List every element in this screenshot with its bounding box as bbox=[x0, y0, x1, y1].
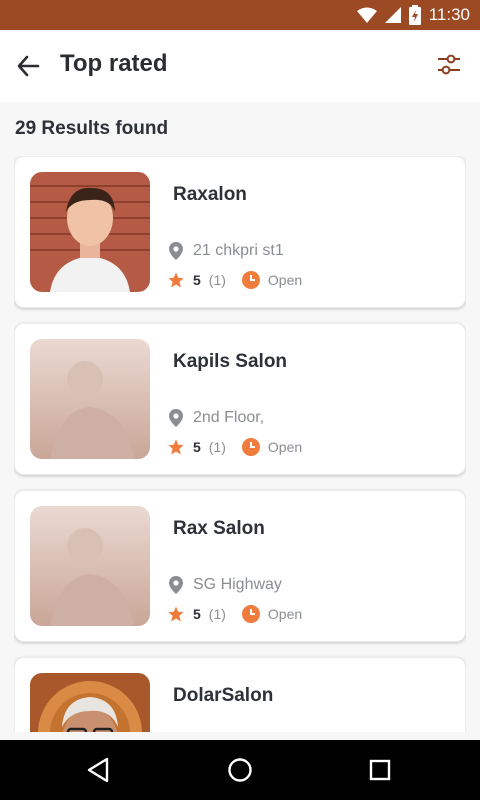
status-bar: 11:30 bbox=[0, 0, 480, 30]
review-count: (1) bbox=[208, 272, 226, 288]
clock-icon bbox=[241, 438, 260, 456]
page-title: Top rated bbox=[60, 50, 168, 77]
location-pin-icon bbox=[169, 242, 183, 260]
clock-icon bbox=[241, 271, 260, 289]
salon-photo bbox=[30, 673, 150, 732]
rating-value: 5 bbox=[193, 439, 201, 455]
salon-card[interactable]: Raxalon 21 chkpri st1 5 (1) Open bbox=[14, 156, 466, 308]
nav-recents-button[interactable] bbox=[364, 754, 396, 786]
review-count: (1) bbox=[208, 439, 226, 455]
app-bar: Top rated bbox=[0, 30, 480, 102]
open-status: Open bbox=[267, 439, 303, 455]
salon-card[interactable]: DolarSalon bbox=[14, 657, 466, 732]
star-icon bbox=[168, 439, 184, 455]
nav-back-button[interactable] bbox=[83, 754, 115, 786]
filter-button[interactable] bbox=[434, 50, 464, 80]
back-button[interactable] bbox=[14, 52, 46, 80]
open-status: Open bbox=[267, 272, 303, 288]
nav-home-button[interactable] bbox=[224, 754, 256, 786]
rating-row: 5 (1) Open bbox=[167, 436, 302, 458]
rating-row: 5 (1) Open bbox=[167, 269, 302, 291]
address-row: SG Highway bbox=[169, 574, 282, 596]
salon-photo bbox=[30, 172, 150, 292]
salon-card[interactable]: Rax Salon SG Highway 5 (1) Open bbox=[14, 490, 466, 642]
salon-address: 2nd Floor, bbox=[193, 409, 265, 426]
salon-name: Rax Salon bbox=[173, 518, 265, 539]
address-row: 21 chkpri st1 bbox=[169, 240, 284, 262]
battery-icon bbox=[408, 5, 421, 25]
star-icon bbox=[168, 272, 184, 288]
salon-card[interactable]: Kapils Salon 2nd Floor, 5 (1) Open bbox=[14, 323, 466, 475]
open-status: Open bbox=[267, 606, 303, 622]
review-count: (1) bbox=[208, 606, 226, 622]
rating-row: 5 (1) Open bbox=[167, 603, 302, 625]
salon-address: 21 chkpri st1 bbox=[193, 242, 284, 259]
results-count: 29 Results found bbox=[15, 118, 169, 139]
salon-address: SG Highway bbox=[193, 576, 282, 593]
rating-value: 5 bbox=[193, 606, 201, 622]
arrow-left-icon bbox=[17, 55, 40, 77]
salon-name: DolarSalon bbox=[173, 685, 274, 706]
location-pin-icon bbox=[169, 576, 183, 594]
triangle-back-icon bbox=[87, 757, 109, 783]
salon-name: Raxalon bbox=[173, 184, 247, 205]
salon-photo bbox=[30, 339, 150, 459]
circle-home-icon bbox=[228, 758, 252, 782]
navigation-bar bbox=[0, 740, 480, 800]
clock-icon bbox=[241, 605, 260, 623]
sliders-icon bbox=[438, 54, 460, 75]
clock-time: 11:30 bbox=[428, 5, 470, 24]
square-recents-icon bbox=[369, 759, 391, 781]
salon-list[interactable]: Raxalon 21 chkpri st1 5 (1) Open Kapils … bbox=[14, 156, 466, 732]
address-row: 2nd Floor, bbox=[169, 407, 264, 429]
salon-name: Kapils Salon bbox=[173, 351, 288, 372]
status-icons: 11:30 bbox=[356, 0, 470, 30]
location-pin-icon bbox=[169, 409, 183, 427]
star-icon bbox=[168, 606, 184, 622]
salon-photo bbox=[30, 506, 150, 626]
wifi-icon bbox=[356, 7, 377, 23]
signal-icon bbox=[384, 7, 401, 23]
rating-value: 5 bbox=[193, 272, 201, 288]
